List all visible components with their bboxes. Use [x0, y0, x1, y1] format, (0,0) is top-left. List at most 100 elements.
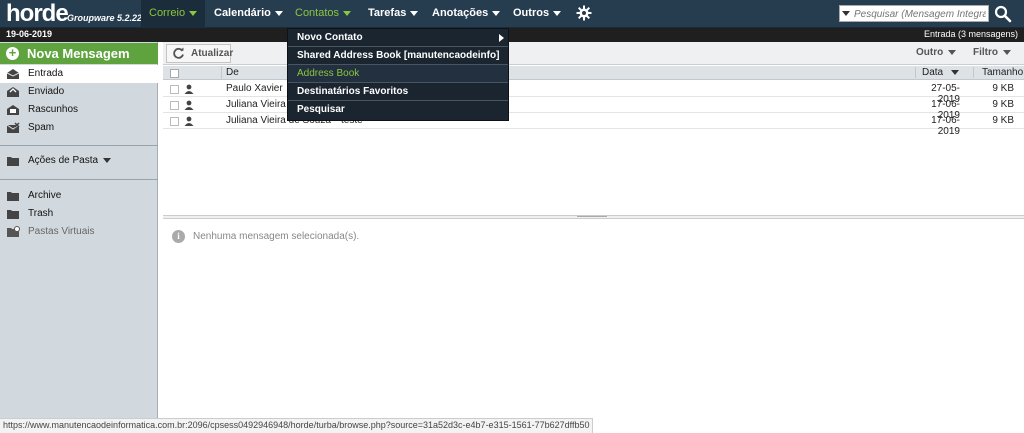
- app-version: Groupware 5.2.22: [67, 13, 143, 23]
- menu-anotacoes[interactable]: Anotações: [424, 0, 508, 28]
- menu-item-label: Pesquisar: [297, 104, 345, 115]
- search-scope-dropdown-icon[interactable]: [842, 11, 850, 16]
- person-icon: [184, 116, 194, 126]
- chevron-down-icon: [1003, 49, 1011, 55]
- person-icon: [184, 100, 194, 110]
- horde-logo[interactable]: horde: [6, 1, 69, 27]
- sidebar-item-label: Enviado: [28, 86, 65, 97]
- new-message-label: Nova Mensagem: [27, 46, 130, 61]
- menu-item-label: Shared Address Book [manutencaodeinfo]: [297, 50, 500, 61]
- menu-contatos[interactable]: Contatos: [287, 0, 359, 28]
- folder-icon: [7, 210, 19, 219]
- select-all-checkbox[interactable]: [170, 69, 179, 78]
- spam-icon: [6, 122, 20, 133]
- menu-item-label: Novo Contato: [297, 32, 363, 43]
- sidebar-item-label: Rascunhos: [28, 104, 79, 115]
- message-size: 9 KB: [992, 83, 1014, 94]
- sidebar-item-label: Entrada: [28, 68, 64, 79]
- browser-status-bar: https://www.manutencaodeinformatica.com.…: [0, 418, 593, 433]
- menu-contatos-label: Contatos: [295, 7, 340, 19]
- column-size[interactable]: Tamanho: [973, 67, 1024, 78]
- column-date[interactable]: Data: [915, 67, 973, 78]
- search-icon[interactable]: [994, 5, 1012, 23]
- folder-actions-menu[interactable]: Ações de Pasta: [0, 152, 158, 170]
- message-from: Paulo Xavier: [226, 83, 283, 94]
- sidebar-item-entrada[interactable]: Entrada: [0, 65, 158, 83]
- top-navigation-bar: horde Groupware 5.2.22 Correio Calendári…: [0, 0, 1024, 28]
- person-icon: [184, 84, 194, 94]
- folder-actions-label: Ações de Pasta: [28, 152, 112, 170]
- preview-empty-text: Nenhuma mensagem selecionada(s).: [193, 231, 360, 243]
- menu-calendario[interactable]: Calendário: [206, 0, 291, 28]
- refresh-button[interactable]: Atualizar: [166, 44, 234, 63]
- message-size: 9 KB: [992, 115, 1014, 126]
- message-from: Juliana Vieira d: [226, 99, 295, 110]
- menu-outros-label: Outros: [513, 7, 550, 19]
- chevron-down-icon: [492, 10, 501, 16]
- menu-correio-label: Correio: [149, 7, 186, 19]
- folder-icon: [7, 157, 19, 166]
- preview-empty-message: i Nenhuma mensagem selecionada(s).: [172, 230, 359, 243]
- info-icon: i: [172, 230, 185, 243]
- sidebar-item-label: Spam: [28, 122, 55, 133]
- menu-item-new-contact[interactable]: Novo Contato: [288, 29, 508, 47]
- chevron-down-icon: [189, 10, 198, 16]
- virtual-folder-icon: [7, 226, 20, 237]
- inbox-icon: [6, 69, 20, 79]
- refresh-label: Atualizar: [191, 48, 234, 59]
- other-dropdown[interactable]: Outro: [916, 47, 957, 58]
- folder-icon: [7, 192, 19, 201]
- sort-desc-icon: [951, 69, 960, 75]
- message-date: 17-06-2019: [931, 115, 960, 137]
- chevron-right-icon: [499, 34, 504, 42]
- chevron-down-icon: [343, 10, 352, 16]
- chevron-down-icon: [103, 157, 112, 163]
- filter-dropdown[interactable]: Filtro: [973, 47, 1011, 58]
- contacts-dropdown-menu: Novo Contato Shared Address Book [manute…: [287, 28, 509, 121]
- sidebar-item-label: Archive: [28, 190, 62, 201]
- column-divider: [221, 66, 222, 80]
- menu-tarefas[interactable]: Tarefas: [360, 0, 426, 28]
- chevron-down-icon: [410, 10, 419, 16]
- menu-tarefas-label: Tarefas: [368, 7, 407, 19]
- row-checkbox[interactable]: [170, 85, 179, 94]
- sidebar-item-spam[interactable]: Spam: [0, 119, 158, 137]
- menu-item-favorite-recipients[interactable]: Destinatários Favoritos: [288, 83, 508, 101]
- menu-item-search[interactable]: Pesquisar: [288, 101, 508, 119]
- chevron-down-icon: [553, 10, 562, 16]
- menu-outros[interactable]: Outros: [505, 0, 569, 28]
- menu-item-address-book[interactable]: Address Book: [288, 65, 508, 83]
- search-input[interactable]: [854, 7, 986, 21]
- chevron-down-icon: [948, 49, 957, 55]
- row-checkbox[interactable]: [170, 117, 179, 126]
- sent-icon: [7, 87, 19, 97]
- row-checkbox[interactable]: [170, 101, 179, 110]
- status-subbar: 19-06-2019 Entrada (3 mensagens): [0, 28, 1024, 42]
- sidebar-item-enviado[interactable]: Enviado: [0, 83, 158, 101]
- sidebar-item-trash[interactable]: Trash: [0, 205, 158, 223]
- sidebar-item-rascunhos[interactable]: Rascunhos: [0, 101, 158, 119]
- sidebar-item-virtual-folders[interactable]: Pastas Virtuais: [0, 223, 158, 241]
- column-from[interactable]: De: [226, 67, 239, 78]
- sidebar-divider: [0, 145, 158, 146]
- search-box: [839, 5, 989, 22]
- gear-icon[interactable]: [576, 5, 592, 21]
- new-message-button[interactable]: + Nova Mensagem: [0, 43, 158, 64]
- refresh-icon: [173, 47, 184, 59]
- current-date: 19-06-2019: [6, 29, 53, 39]
- chevron-down-icon: [274, 10, 283, 16]
- sidebar: + Nova Mensagem Entrada Enviado Rascunho…: [0, 42, 158, 433]
- splitter-grip[interactable]: [577, 216, 607, 217]
- menu-item-shared-address-book[interactable]: Shared Address Book [manutencaodeinfo]: [288, 47, 508, 65]
- menu-calendario-label: Calendário: [214, 7, 271, 19]
- sidebar-item-archive[interactable]: Archive: [0, 187, 158, 205]
- mailbox-status: Entrada (3 mensagens): [923, 29, 1018, 39]
- message-size: 9 KB: [992, 99, 1014, 110]
- menu-correio[interactable]: Correio: [141, 0, 206, 28]
- sidebar-item-label: Pastas Virtuais: [28, 226, 95, 237]
- menu-item-label: Destinatários Favoritos: [297, 86, 409, 97]
- drafts-icon: [7, 105, 19, 115]
- pane-splitter[interactable]: [163, 215, 1024, 219]
- sidebar-divider: [0, 179, 158, 180]
- menu-anotacoes-label: Anotações: [432, 7, 489, 19]
